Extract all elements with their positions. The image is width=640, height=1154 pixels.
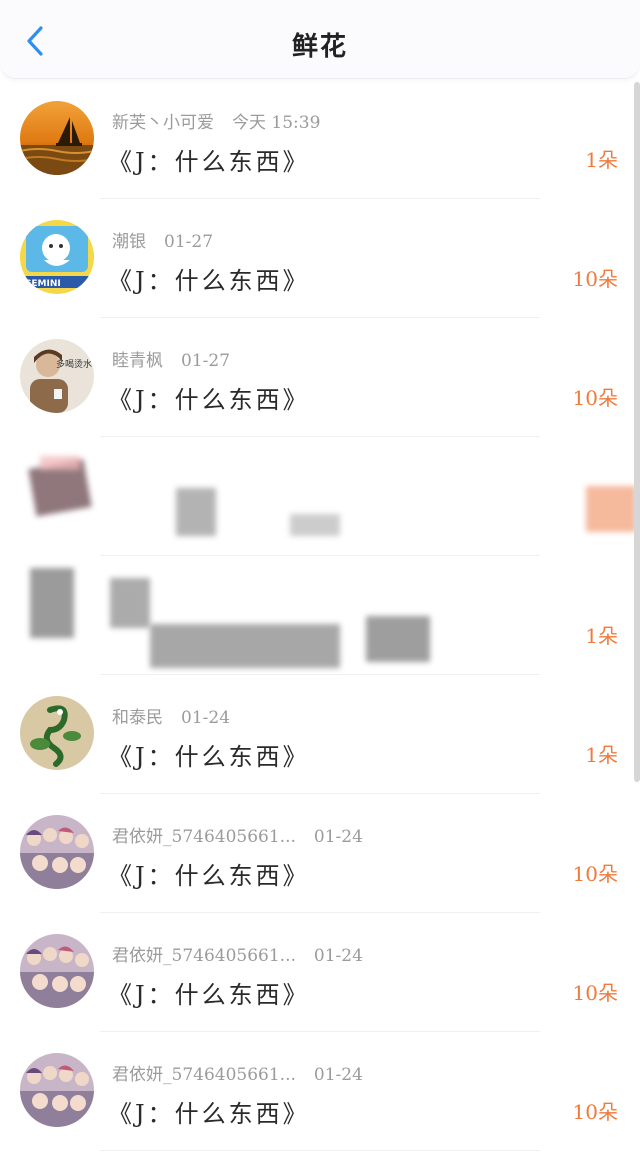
send-date: 01-24: [313, 1065, 363, 1085]
sender-name[interactable]: 君依妍_5746405661...: [112, 1065, 296, 1085]
flower-count: 10朵: [572, 1100, 618, 1124]
scrollbar[interactable]: [634, 82, 640, 782]
page-title: 鲜花: [291, 32, 348, 62]
sender-meta: [112, 584, 130, 604]
list-item[interactable]: 和泰民 01-24 《J：什么东西》 1朵: [0, 675, 640, 794]
avatar[interactable]: [20, 934, 94, 1008]
sender-meta: 君依妍_5746405661... 01-24: [112, 1060, 363, 1085]
sender-meta: [112, 465, 130, 485]
sender-meta: 和泰民 01-24: [112, 703, 230, 728]
avatar-caption: GEMINI: [24, 279, 61, 289]
avatar[interactable]: GEMINI: [20, 220, 94, 294]
sender-meta: 睦青枫 01-27: [112, 346, 230, 371]
sender-meta: 君依妍_5746405661... 01-24: [112, 941, 363, 966]
flower-count: 1朵: [585, 743, 618, 767]
list-item[interactable]: 君依妍_5746405661... 01-24 《J：什么东西》 10朵: [0, 1032, 640, 1151]
flower-count: 1朵: [585, 148, 618, 172]
send-date: 今天 15:39: [232, 113, 321, 133]
flower-count: 10朵: [572, 386, 618, 410]
list-item-redacted[interactable]: [0, 437, 640, 556]
send-date: 01-27: [181, 351, 231, 371]
flower-count: 10朵: [572, 981, 618, 1005]
gift-title: 《J：什么东西》: [108, 862, 310, 890]
sender-name[interactable]: 和泰民: [112, 708, 163, 728]
sender-name[interactable]: 君依妍_5746405661...: [112, 946, 296, 966]
avatar[interactable]: [20, 815, 94, 889]
gift-title: 《J：什么东西》: [108, 148, 310, 176]
gift-title: 《J：什么东西》: [108, 1100, 310, 1128]
list-item[interactable]: 多喝烫水 睦青枫 01-27 《J：什么东西》 10朵: [0, 318, 640, 437]
avatar[interactable]: [20, 1053, 94, 1127]
flower-gift-list: 新芙丶小可爱 今天 15:39 《J：什么东西》 1朵 GEMINI 潮银 01-2…: [0, 80, 640, 1151]
sender-meta: 潮银 01-27: [112, 227, 213, 252]
sender-name[interactable]: 新芙丶小可爱: [112, 113, 214, 133]
gift-title: 《J：什么东西》: [108, 981, 310, 1009]
sender-meta: 新芙丶小可爱 今天 15:39: [112, 108, 320, 133]
send-date: 01-24: [313, 827, 363, 847]
list-item[interactable]: 君依妍_5746405661... 01-24 《J：什么东西》 10朵: [0, 913, 640, 1032]
send-date: 01-24: [181, 708, 231, 728]
list-item[interactable]: GEMINI 潮银 01-27 《J：什么东西》 10朵: [0, 199, 640, 318]
sender-meta: 君依妍_5746405661... 01-24: [112, 822, 363, 847]
list-item[interactable]: 新芙丶小可爱 今天 15:39 《J：什么东西》 1朵: [0, 80, 640, 199]
sender-name[interactable]: 潮银: [112, 232, 146, 252]
gift-title: 《J：什么东西》: [108, 743, 310, 771]
gift-title: 《J：什么东西》: [108, 386, 310, 414]
flower-count: 10朵: [572, 267, 618, 291]
avatar[interactable]: [20, 696, 94, 770]
sender-name[interactable]: 君依妍_5746405661...: [112, 827, 296, 847]
list-item[interactable]: 君依妍_5746405661... 01-24 《J：什么东西》 10朵: [0, 794, 640, 913]
list-item-redacted[interactable]: 1朵: [0, 556, 640, 675]
navigation-bar: 鲜花: [0, 0, 640, 79]
flower-count: 1朵: [585, 624, 618, 648]
sender-name[interactable]: 睦青枫: [112, 351, 163, 371]
gift-title: 《J：什么东西》: [108, 267, 310, 295]
avatar[interactable]: 多喝烫水: [20, 339, 94, 413]
send-date: 01-24: [313, 946, 363, 966]
send-date: 01-27: [164, 232, 214, 252]
avatar[interactable]: [20, 101, 94, 175]
flower-count: 10朵: [572, 862, 618, 886]
avatar-caption: 多喝烫水: [56, 358, 92, 370]
